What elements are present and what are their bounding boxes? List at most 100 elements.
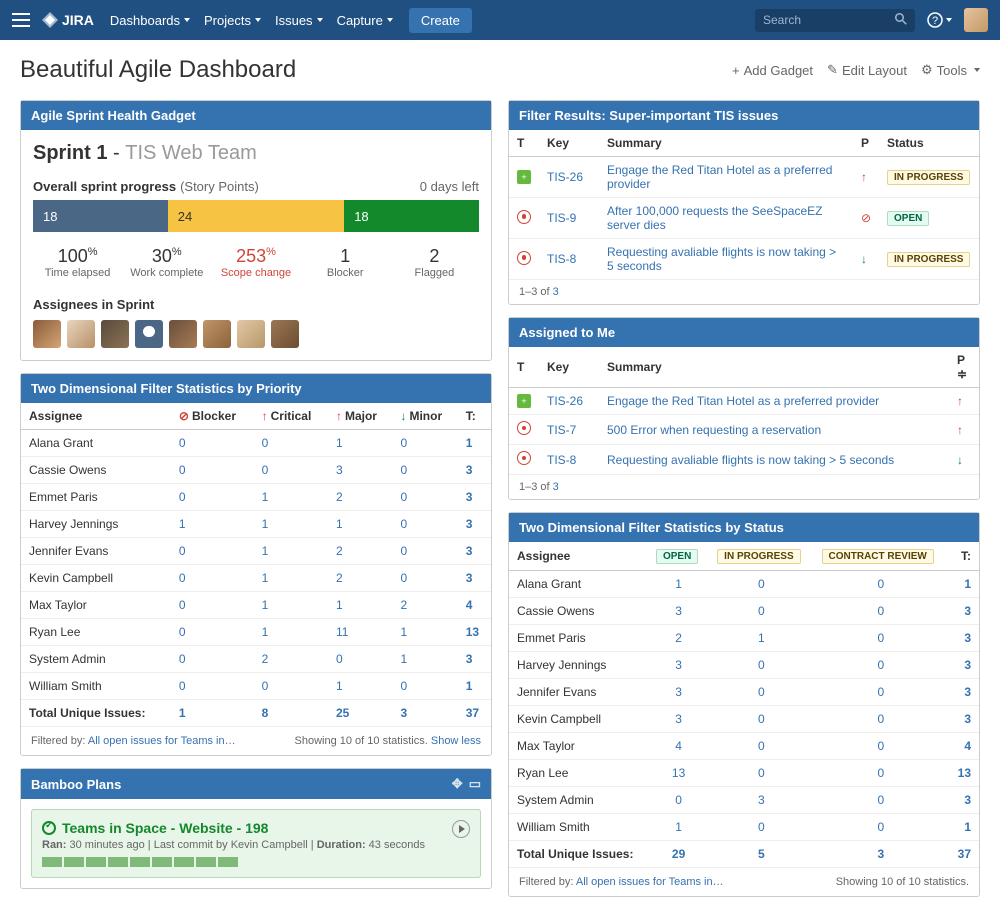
col-key[interactable]: Key (539, 347, 599, 388)
cell-link[interactable]: 5 (758, 847, 765, 861)
cell-link[interactable]: 0 (400, 490, 407, 504)
search-input[interactable] (763, 13, 891, 27)
minimize-icon[interactable]: ▭ (469, 776, 481, 792)
cell-link[interactable]: 3 (964, 712, 971, 726)
cell-link[interactable]: 0 (400, 571, 407, 585)
cell-link[interactable]: 1 (964, 820, 971, 834)
cell-link[interactable]: 0 (179, 544, 186, 558)
avatar[interactable] (203, 320, 231, 348)
cell-link[interactable]: 0 (877, 577, 884, 591)
cell-link[interactable]: 13 (672, 766, 685, 780)
col-total[interactable]: T: (948, 542, 979, 571)
avatar[interactable] (169, 320, 197, 348)
cell-link[interactable]: 0 (179, 436, 186, 450)
cell-link[interactable]: 4 (964, 739, 971, 753)
filter-link[interactable]: All open issues for Teams in… (88, 735, 236, 747)
avatar[interactable] (67, 320, 95, 348)
col-assignee[interactable]: Assignee (509, 542, 648, 571)
bamboo-plan-title[interactable]: Teams in Space - Website - 198 (42, 820, 470, 836)
issue-key-link[interactable]: TIS-9 (547, 211, 576, 225)
cell-link[interactable]: 3 (466, 463, 473, 477)
avatar[interactable] (237, 320, 265, 348)
paging-total[interactable]: 3 (553, 286, 559, 298)
cell-link[interactable]: 0 (877, 793, 884, 807)
cell-link[interactable]: 1 (262, 517, 269, 531)
cell-link[interactable]: 25 (336, 706, 349, 720)
cell-link[interactable]: 0 (179, 679, 186, 693)
status-stats-header[interactable]: Two Dimensional Filter Statistics by Sta… (509, 513, 979, 542)
filter-link[interactable]: All open issues for Teams in… (576, 876, 724, 888)
cell-link[interactable]: 0 (758, 739, 765, 753)
col-summary[interactable]: Summary (599, 347, 949, 388)
col-blocker[interactable]: ⊘Blocker (171, 403, 254, 430)
cell-link[interactable]: 3 (466, 571, 473, 585)
col-open[interactable]: OPEN (648, 542, 709, 571)
cell-link[interactable]: 3 (400, 706, 407, 720)
cell-link[interactable]: 13 (958, 766, 971, 780)
issue-summary-link[interactable]: Engage the Red Titan Hotel as a preferre… (607, 394, 879, 408)
cell-link[interactable]: 3 (466, 517, 473, 531)
jira-logo[interactable]: JIRA (42, 12, 94, 28)
avatar[interactable] (33, 320, 61, 348)
cell-link[interactable]: 0 (400, 436, 407, 450)
edit-layout-button[interactable]: ✎ Edit Layout (827, 62, 907, 78)
cell-link[interactable]: 13 (466, 625, 479, 639)
avatar[interactable] (271, 320, 299, 348)
cell-link[interactable]: 0 (758, 658, 765, 672)
cell-link[interactable]: 1 (675, 577, 682, 591)
col-major[interactable]: ↑Major (328, 403, 393, 430)
cell-link[interactable]: 11 (336, 625, 348, 639)
issue-summary-link[interactable]: 500 Error when requesting a reservation (607, 423, 821, 437)
cell-link[interactable]: 0 (877, 766, 884, 780)
cell-link[interactable]: 1 (336, 517, 343, 531)
menu-icon[interactable] (12, 13, 30, 27)
cell-link[interactable]: 1 (262, 571, 269, 585)
cell-link[interactable]: 0 (877, 739, 884, 753)
cell-link[interactable]: 3 (964, 685, 971, 699)
cell-link[interactable]: 1 (336, 436, 343, 450)
cell-link[interactable]: 3 (877, 847, 884, 861)
cell-link[interactable]: 0 (400, 544, 407, 558)
col-priority[interactable]: P ≑ (949, 347, 979, 388)
cell-link[interactable]: 37 (958, 847, 971, 861)
cell-link[interactable]: 1 (262, 625, 269, 639)
cell-link[interactable]: 0 (262, 463, 269, 477)
col-status[interactable]: Status (879, 130, 979, 157)
cell-link[interactable]: 3 (675, 604, 682, 618)
cell-link[interactable]: 2 (336, 490, 343, 504)
cell-link[interactable]: 4 (466, 598, 473, 612)
cell-link[interactable]: 0 (179, 571, 186, 585)
col-assignee[interactable]: Assignee (21, 403, 171, 430)
cell-link[interactable]: 0 (758, 604, 765, 618)
user-avatar[interactable] (964, 8, 988, 32)
tools-button[interactable]: ⚙ Tools (921, 62, 980, 78)
cell-link[interactable]: 3 (758, 793, 765, 807)
issue-summary-link[interactable]: Requesting avaliable flights is now taki… (607, 453, 894, 467)
col-summary[interactable]: Summary (599, 130, 853, 157)
cell-link[interactable]: 0 (877, 604, 884, 618)
cell-link[interactable]: 3 (466, 544, 473, 558)
cell-link[interactable]: 0 (336, 652, 343, 666)
nav-issues[interactable]: Issues (275, 13, 323, 28)
cell-link[interactable]: 0 (877, 712, 884, 726)
cell-link[interactable]: 2 (336, 544, 343, 558)
col-type[interactable]: T (509, 347, 539, 388)
avatar[interactable] (101, 320, 129, 348)
col-critical[interactable]: ↑Critical (254, 403, 328, 430)
show-less-link[interactable]: Show less (431, 735, 481, 747)
cell-link[interactable]: 0 (400, 463, 407, 477)
cell-link[interactable]: 2 (262, 652, 269, 666)
bamboo-header[interactable]: Bamboo Plans ✥ ▭ (21, 769, 491, 799)
move-icon[interactable]: ✥ (452, 776, 463, 792)
issue-key-link[interactable]: TIS-26 (547, 170, 583, 184)
cell-link[interactable]: 0 (675, 793, 682, 807)
cell-link[interactable]: 3 (675, 712, 682, 726)
cell-link[interactable]: 0 (179, 652, 186, 666)
cell-link[interactable]: 3 (336, 463, 343, 477)
cell-link[interactable]: 8 (262, 706, 269, 720)
cell-link[interactable]: 1 (758, 631, 765, 645)
issue-summary-link[interactable]: Engage the Red Titan Hotel as a preferre… (607, 163, 832, 191)
cell-link[interactable]: 0 (262, 679, 269, 693)
cell-link[interactable]: 2 (675, 631, 682, 645)
cell-link[interactable]: 0 (400, 679, 407, 693)
